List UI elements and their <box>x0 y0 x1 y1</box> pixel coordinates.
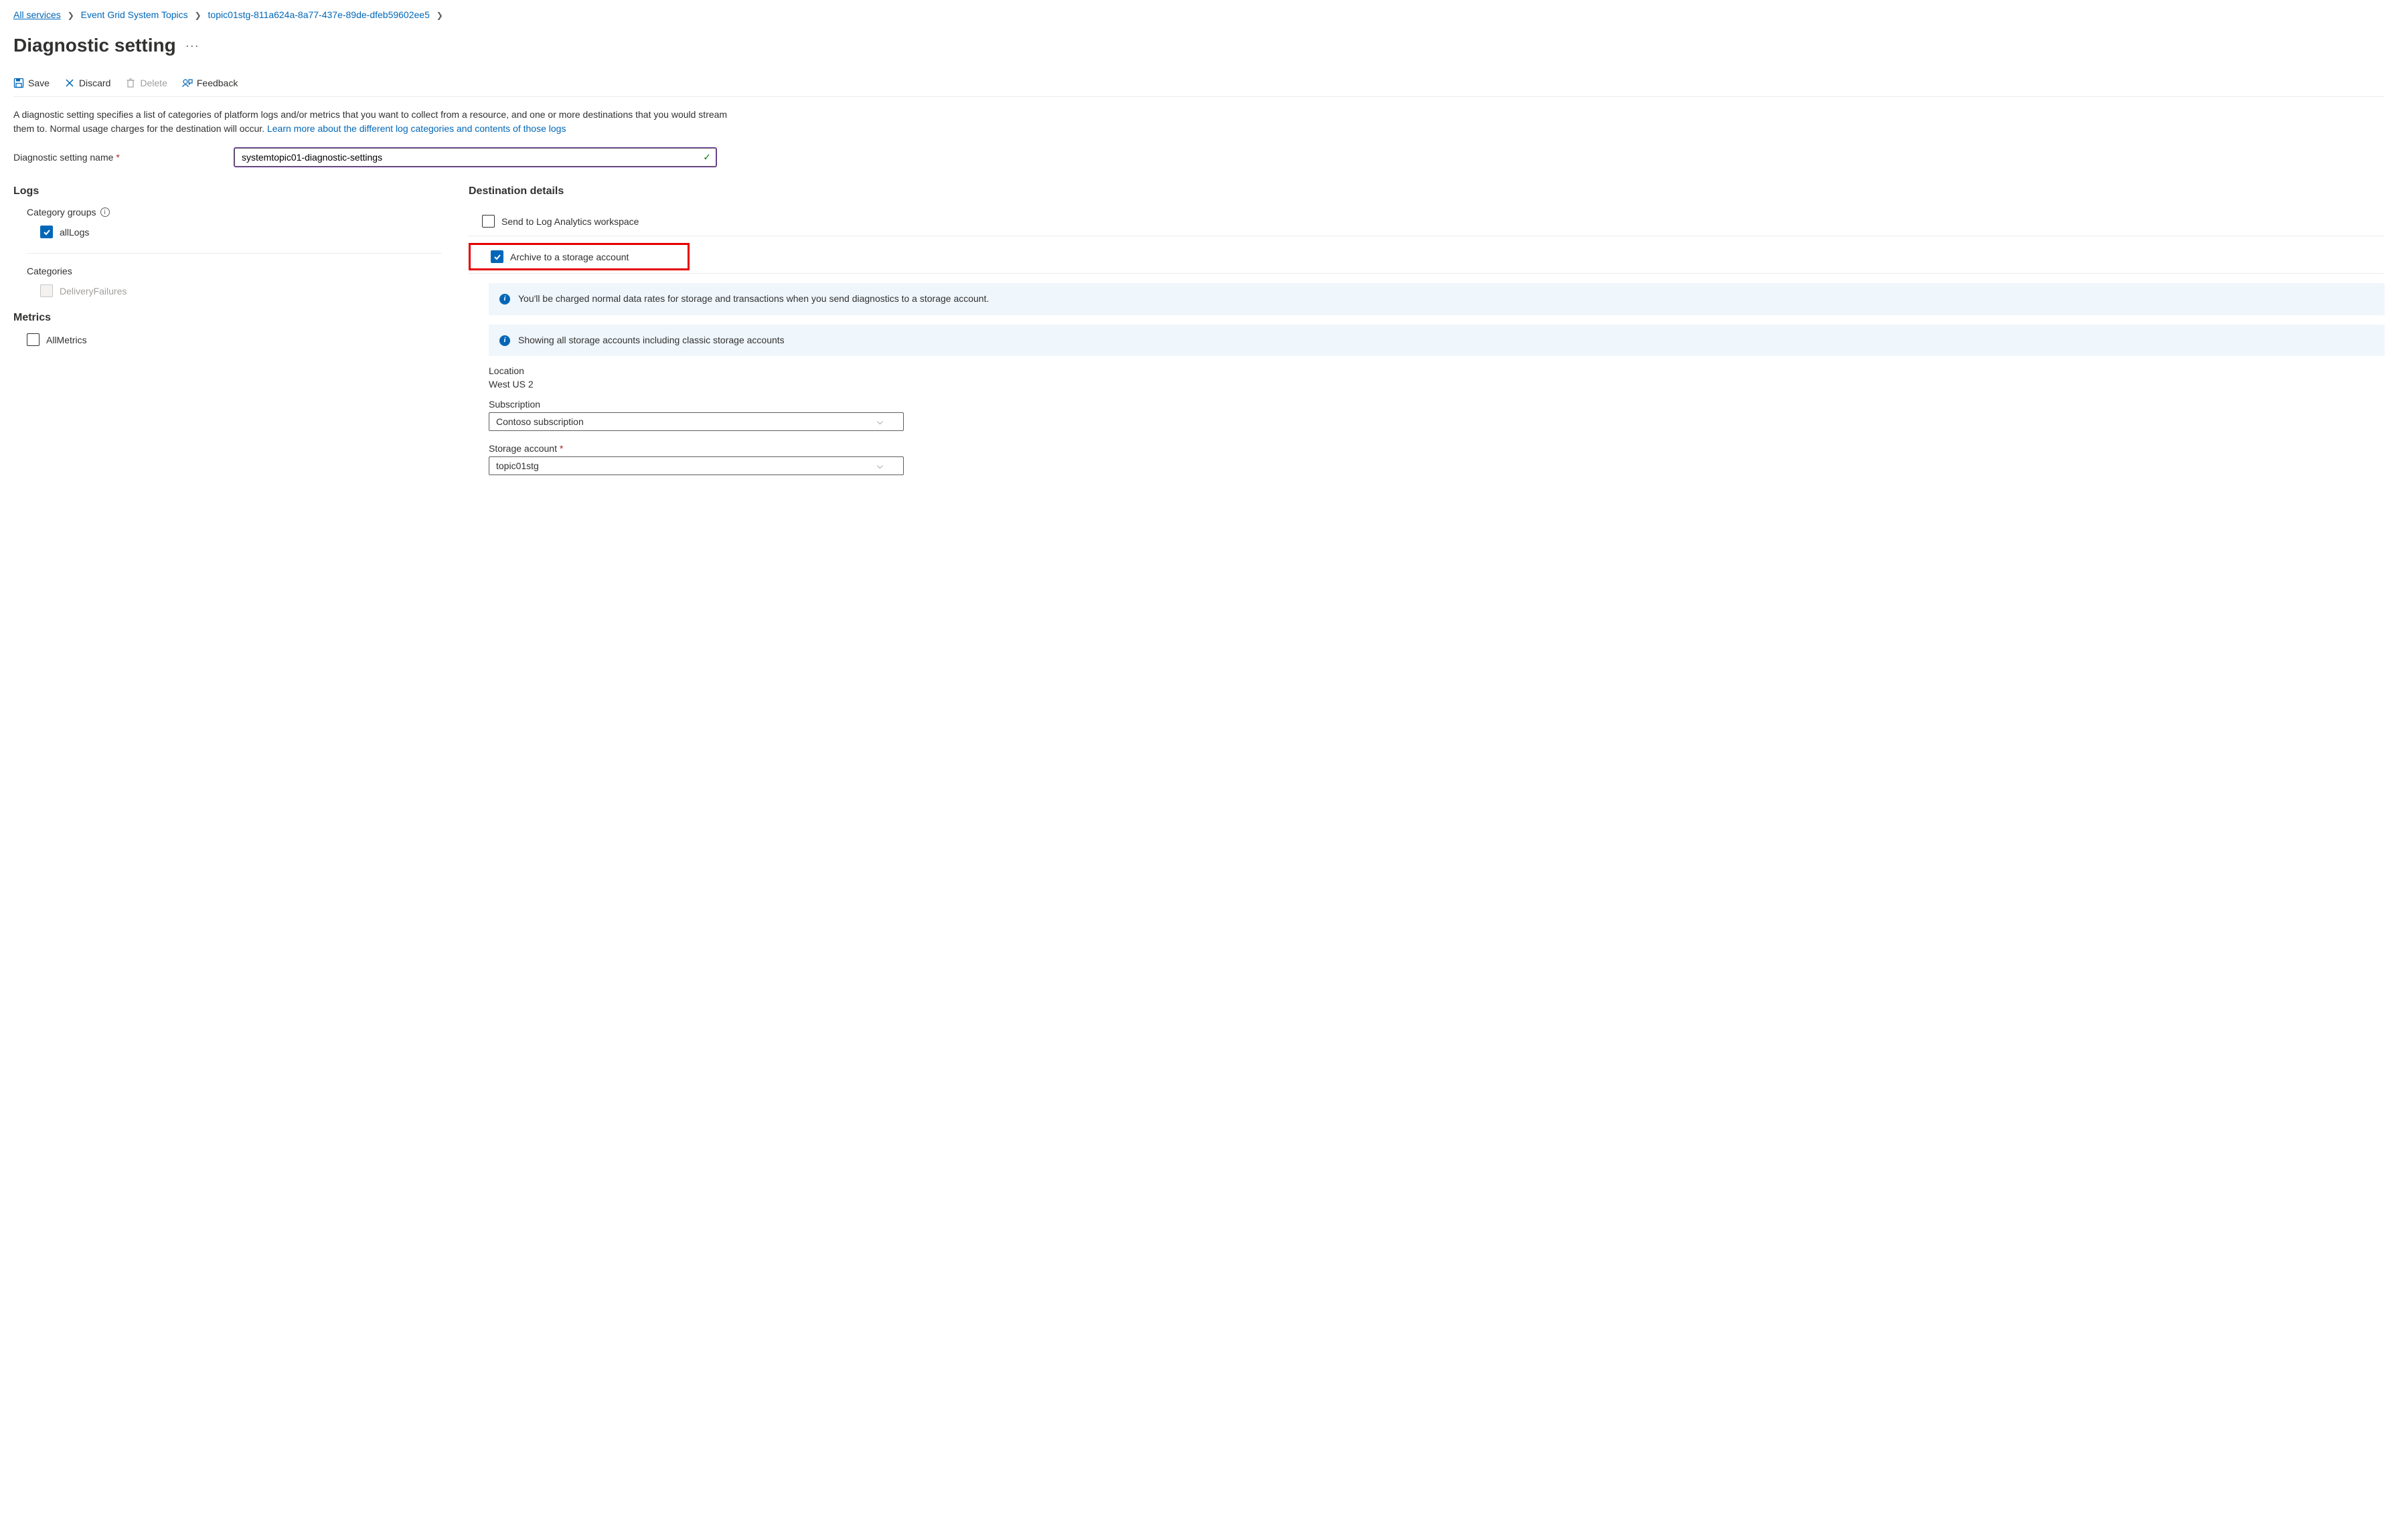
alllogs-row: allLogs <box>40 226 442 238</box>
info-icon: i <box>499 335 510 346</box>
breadcrumb-all-services[interactable]: All services <box>13 9 61 20</box>
trash-icon <box>125 78 136 88</box>
chevron-right-icon: ❯ <box>436 11 443 20</box>
deliveryfailures-row: DeliveryFailures <box>40 284 442 297</box>
chevron-right-icon: ❯ <box>195 11 202 20</box>
divider <box>27 253 442 254</box>
chevron-down-icon: ⌵ <box>877 461 883 471</box>
showing-info-text: Showing all storage accounts including c… <box>518 334 785 347</box>
left-column: Logs Category groups i allLogs Categorie… <box>13 185 442 361</box>
save-button[interactable]: Save <box>13 78 50 88</box>
location-label: Location <box>489 365 2385 376</box>
storage-account-label: Storage account * <box>489 443 2385 454</box>
send-log-analytics-label: Send to Log Analytics workspace <box>501 216 639 227</box>
close-icon <box>64 78 75 88</box>
archive-storage-highlight: Archive to a storage account <box>469 243 690 270</box>
discard-button[interactable]: Discard <box>64 78 110 88</box>
more-menu-icon[interactable]: ··· <box>185 39 199 53</box>
delete-label: Delete <box>140 78 167 88</box>
breadcrumb-topic[interactable]: topic01stg-811a624a-8a77-437e-89de-dfeb5… <box>208 9 430 20</box>
name-label-text: Diagnostic setting name <box>13 152 113 163</box>
learn-more-link[interactable]: Learn more about the different log categ… <box>267 123 566 134</box>
feedback-label: Feedback <box>197 78 238 88</box>
title-row: Diagnostic setting ··· <box>13 35 2385 56</box>
breadcrumb-event-grid[interactable]: Event Grid System Topics <box>81 9 188 20</box>
location-value: West US 2 <box>489 379 2385 390</box>
feedback-icon <box>182 78 193 88</box>
metrics-heading: Metrics <box>13 312 442 324</box>
logs-heading: Logs <box>13 185 442 197</box>
subscription-select[interactable]: Contoso subscription ⌵ <box>489 412 904 431</box>
deliveryfailures-label: DeliveryFailures <box>60 286 127 296</box>
feedback-button[interactable]: Feedback <box>182 78 238 88</box>
required-marker: * <box>116 152 119 163</box>
storage-account-label-text: Storage account <box>489 443 557 454</box>
alllogs-checkbox[interactable] <box>40 226 53 238</box>
required-marker: * <box>560 443 563 454</box>
toolbar: Save Discard Delete Feedback <box>13 78 2385 97</box>
storage-account-selected-value: topic01stg <box>496 460 539 471</box>
divider <box>469 273 2385 274</box>
name-field-row: Diagnostic setting name * ✓ <box>13 148 2385 167</box>
archive-storage-checkbox[interactable] <box>491 250 503 263</box>
save-label: Save <box>28 78 50 88</box>
chevron-down-icon: ⌵ <box>877 417 883 427</box>
allmetrics-checkbox[interactable] <box>27 333 39 346</box>
allmetrics-row: AllMetrics <box>27 333 442 346</box>
deliveryfailures-checkbox <box>40 284 53 297</box>
alllogs-label: allLogs <box>60 227 89 238</box>
destination-heading: Destination details <box>469 185 2385 197</box>
save-icon <box>13 78 24 88</box>
send-log-analytics-checkbox[interactable] <box>482 215 495 228</box>
info-icon[interactable]: i <box>100 207 110 217</box>
delete-button: Delete <box>125 78 167 88</box>
charge-info-banner: i You'll be charged normal data rates fo… <box>489 283 2385 315</box>
right-column: Destination details Send to Log Analytic… <box>469 185 2385 487</box>
category-groups-label: Category groups i <box>27 207 442 218</box>
subscription-label: Subscription <box>489 399 2385 410</box>
breadcrumb: All services ❯ Event Grid System Topics … <box>13 9 2385 20</box>
check-icon: ✓ <box>703 152 711 163</box>
diagnostic-name-input[interactable] <box>234 148 716 167</box>
storage-account-select[interactable]: topic01stg ⌵ <box>489 456 904 475</box>
description-text: A diagnostic setting specifies a list of… <box>13 108 750 136</box>
name-field-label: Diagnostic setting name * <box>13 152 214 163</box>
charge-info-text: You'll be charged normal data rates for … <box>518 292 989 306</box>
send-log-analytics-row: Send to Log Analytics workspace <box>482 207 2385 236</box>
categories-label: Categories <box>27 266 442 276</box>
chevron-right-icon: ❯ <box>68 11 74 20</box>
allmetrics-label: AllMetrics <box>46 335 87 345</box>
category-groups-text: Category groups <box>27 207 96 218</box>
showing-info-banner: i Showing all storage accounts including… <box>489 325 2385 357</box>
info-icon: i <box>499 294 510 305</box>
discard-label: Discard <box>79 78 110 88</box>
archive-storage-label: Archive to a storage account <box>510 252 629 262</box>
subscription-selected-value: Contoso subscription <box>496 416 584 427</box>
page-title: Diagnostic setting <box>13 35 176 56</box>
